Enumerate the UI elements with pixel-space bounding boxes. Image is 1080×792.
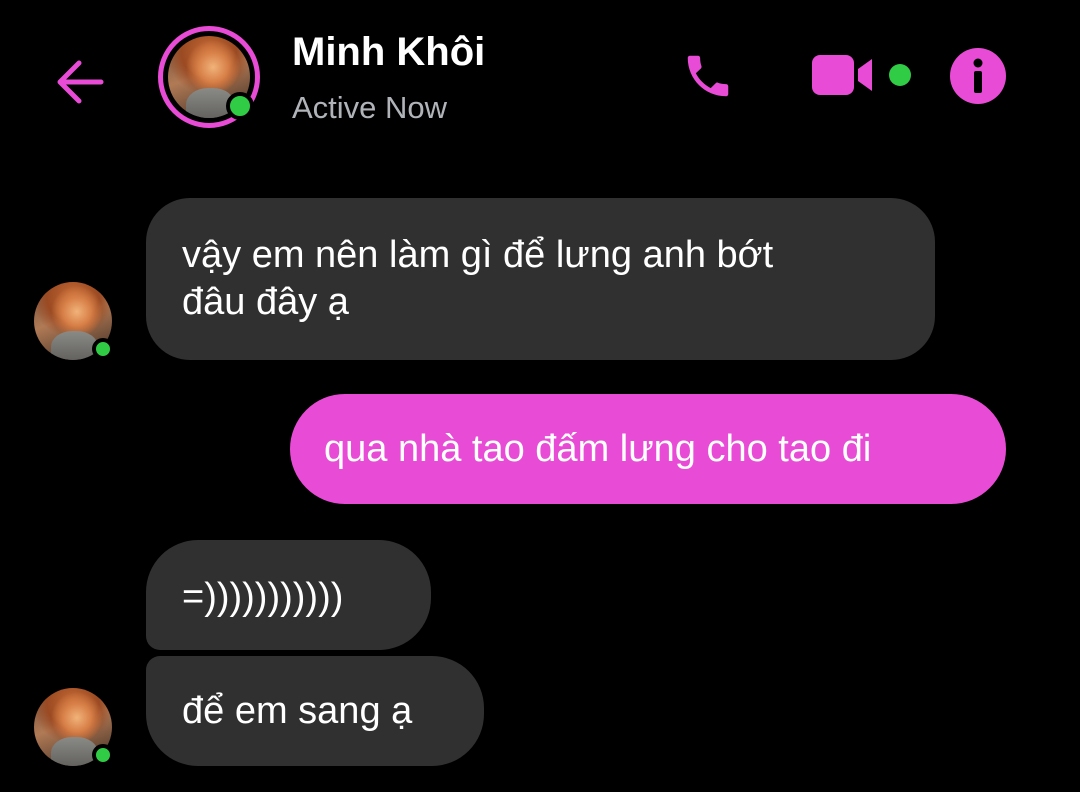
active-status: Active Now [292,90,448,125]
back-button[interactable] [50,52,110,112]
video-online-dot [889,64,911,86]
message-text: =))))))))))) [182,576,344,618]
info-button[interactable] [948,46,1008,106]
message-text: để em sang ạ [182,690,413,732]
online-indicator [226,92,254,120]
incoming-message-bubble[interactable]: để em sang ạ [146,656,484,766]
outgoing-message-bubble[interactable]: qua nhà tao đấm lưng cho tao đi [290,394,1006,504]
online-indicator [92,744,114,766]
phone-icon [687,55,729,97]
contact-name[interactable]: Minh Khôi [292,30,485,75]
message-text: qua nhà tao đấm lưng cho tao đi [324,428,872,470]
message-text-line: đâu đây ạ [182,281,349,323]
messenger-chat-screen: Minh Khôi Active Now vậy em nên làm gì đ… [0,0,1080,792]
video-call-button[interactable] [808,50,878,100]
message-text-line: vậy em nên làm gì để lưng anh bớt [182,234,774,276]
voice-call-button[interactable] [678,46,738,106]
arrow-left-icon [57,60,104,104]
incoming-message-bubble[interactable]: vậy em nên làm gì để lưng anh bớt đâu đâ… [146,198,935,360]
online-indicator [92,338,114,360]
contact-avatar[interactable] [158,26,260,128]
info-icon [950,48,1006,104]
incoming-message-bubble[interactable]: =))))))))))) [146,540,431,650]
video-camera-icon [812,55,872,95]
